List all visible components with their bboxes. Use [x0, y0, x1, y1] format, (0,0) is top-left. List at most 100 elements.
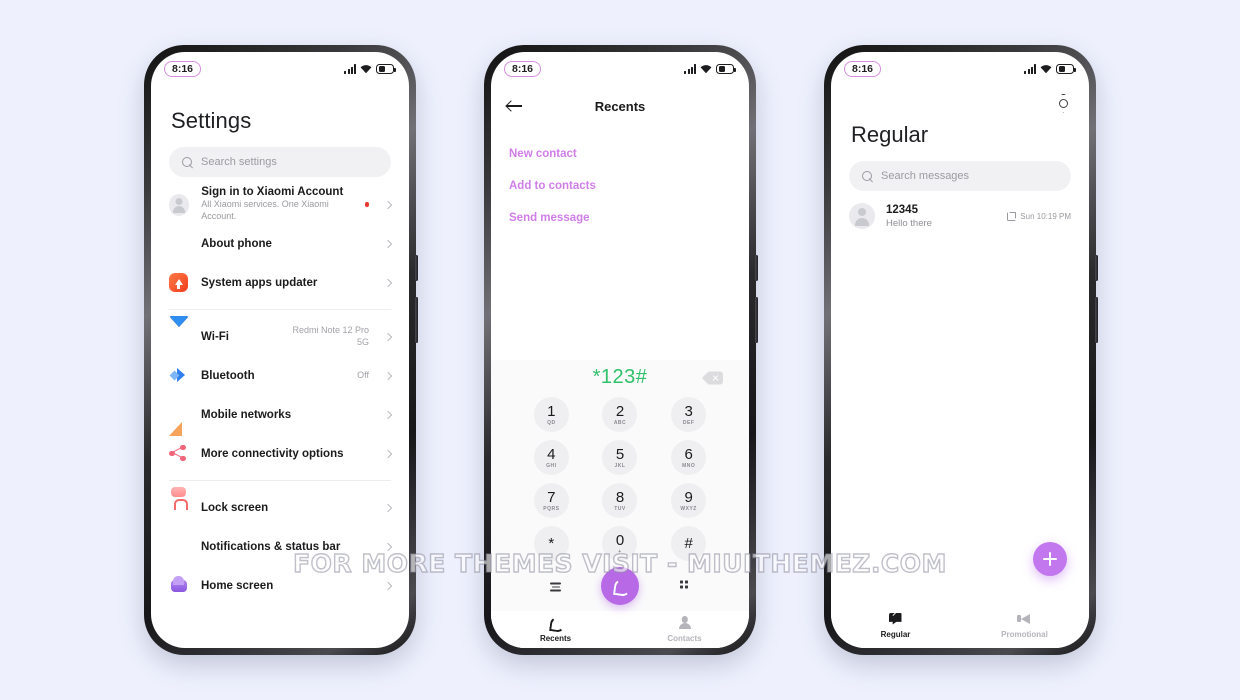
- conversation-preview: Hello there: [886, 217, 932, 229]
- settings-row-about-phone[interactable]: About phone: [169, 224, 393, 263]
- dialpad-key-9[interactable]: 9 WXYZ: [671, 483, 707, 519]
- notifications-icon: [169, 537, 189, 557]
- settings-row-label: Lock screen: [201, 501, 269, 514]
- status-icons: [1024, 64, 1076, 74]
- search-settings-input[interactable]: Search settings: [169, 147, 391, 177]
- search-icon: [182, 156, 193, 168]
- status-icons: [344, 64, 396, 74]
- messages-topbar: [831, 86, 1089, 118]
- dialed-number: *123#: [592, 366, 648, 389]
- chevron-right-icon: [383, 503, 393, 512]
- link-send-message[interactable]: Send message: [509, 202, 731, 234]
- wifi-icon: [700, 65, 712, 74]
- avatar: [849, 203, 875, 229]
- status-icons: [684, 64, 736, 74]
- conversation-name: 12345: [886, 203, 918, 216]
- chevron-right-icon: [383, 410, 393, 419]
- power-button[interactable]: [415, 297, 418, 343]
- tab-label: Recents: [539, 634, 572, 644]
- search-placeholder: Search settings: [201, 156, 277, 168]
- sign-in-account-row[interactable]: Sign in to Xiaomi Account All Xiaomi ser…: [169, 185, 393, 224]
- dialpad-key-6[interactable]: 6 MNO: [671, 440, 707, 476]
- dialpad-key-4[interactable]: 4 GHI: [533, 440, 569, 476]
- dialpad-key-hash[interactable]: #: [671, 526, 707, 562]
- dialpad-key-8[interactable]: 8 TUV: [602, 483, 638, 519]
- settings-row-mobile-networks[interactable]: Mobile networks: [169, 395, 393, 436]
- keypad-toggle-icon[interactable]: [680, 580, 693, 592]
- chevron-right-icon: [383, 332, 393, 341]
- account-subtitle: All Xiaomi services. One Xiaomi Account.: [201, 199, 329, 221]
- call-button[interactable]: [601, 567, 639, 606]
- page-title: Regular: [851, 122, 929, 147]
- backspace-icon[interactable]: [702, 371, 723, 385]
- settings-group-2: Wi-Fi Redmi Note 12 Pro 5G Bluetooth Off…: [151, 315, 409, 473]
- status-bar: 8:16: [491, 52, 749, 86]
- settings-row-home-screen[interactable]: Home screen: [169, 566, 393, 605]
- dialer-action-links: New contact Add to contacts Send message: [491, 126, 749, 234]
- dialed-number-display: *123#: [491, 360, 749, 395]
- tab-recents[interactable]: Recents: [491, 616, 620, 643]
- dialpad-key-5[interactable]: 5 JKL: [602, 440, 638, 476]
- call-handset-icon: [612, 578, 629, 595]
- dialpad-key-0[interactable]: 0 +: [602, 526, 638, 562]
- power-button[interactable]: [1095, 297, 1098, 343]
- bluetooth-icon: [169, 366, 189, 386]
- settings-row-wifi[interactable]: Wi-Fi Redmi Note 12 Pro 5G: [169, 315, 393, 356]
- phone-device-dialer: 8:16 Recents New contact Add to contacts…: [484, 45, 758, 655]
- status-bar: 8:16: [151, 52, 409, 86]
- chevron-right-icon: [383, 581, 393, 590]
- battery-icon: [716, 64, 736, 74]
- account-section: Sign in to Xiaomi Account All Xiaomi ser…: [151, 185, 409, 224]
- settings-row-label: Home screen: [201, 579, 274, 592]
- divider: [169, 309, 391, 310]
- phone-icon: [549, 616, 563, 630]
- status-clock: 8:16: [164, 61, 202, 77]
- settings-row-label: Wi-Fi: [201, 330, 229, 343]
- battery-icon: [1056, 64, 1076, 74]
- about-phone-icon: [169, 234, 189, 254]
- gear-icon[interactable]: [1054, 94, 1071, 111]
- search-placeholder: Search messages: [881, 170, 970, 182]
- tab-regular[interactable]: Regular: [831, 612, 960, 639]
- settings-row-lock-screen[interactable]: Lock screen: [169, 488, 393, 527]
- settings-row-notifications[interactable]: Notifications & status bar: [169, 527, 393, 566]
- settings-row-label: More connectivity options: [201, 447, 344, 460]
- megaphone-icon: [1017, 612, 1032, 626]
- dialpad-key-3[interactable]: 3 DEF: [671, 397, 707, 433]
- conversation-list-item[interactable]: 12345 Hello there Sun 10:19 PM: [831, 191, 1089, 229]
- settings-row-more-connectivity[interactable]: More connectivity options: [169, 434, 393, 473]
- new-message-fab[interactable]: [1033, 542, 1067, 576]
- volume-button[interactable]: [755, 255, 758, 281]
- settings-row-label: Mobile networks: [201, 408, 292, 421]
- more-options-icon[interactable]: [549, 581, 562, 592]
- dialer-navbar: Recents: [491, 86, 749, 126]
- signal-bars-icon: [344, 64, 356, 74]
- settings-row-label: System apps updater: [201, 276, 318, 289]
- dialpad-key-star[interactable]: *: [533, 526, 569, 562]
- tab-promotional[interactable]: Promotional: [960, 612, 1089, 639]
- back-arrow-icon[interactable]: [507, 100, 523, 112]
- search-messages-input[interactable]: Search messages: [849, 161, 1071, 191]
- tab-label: Promotional: [1001, 629, 1048, 639]
- conversation-time: Sun 10:19 PM: [1020, 211, 1071, 221]
- system-updater-icon: [169, 272, 189, 293]
- settings-screen: 8:16 Settings Search settings Sign in to…: [151, 52, 409, 648]
- lock-icon: [169, 498, 189, 518]
- messages-screen: 8:16 Regular Search messages 12345 Hello…: [831, 52, 1089, 648]
- dialer-bottom-nav: Recents Contacts: [491, 611, 749, 648]
- settings-row-system-apps-updater[interactable]: System apps updater: [169, 263, 393, 302]
- link-new-contact[interactable]: New contact: [509, 138, 731, 170]
- link-add-to-contacts[interactable]: Add to contacts: [509, 170, 731, 202]
- account-title: Sign in to Xiaomi Account: [201, 186, 344, 199]
- volume-button[interactable]: [415, 255, 418, 281]
- volume-button[interactable]: [1095, 255, 1098, 281]
- signal-bars-icon: [1024, 64, 1036, 74]
- settings-row-bluetooth[interactable]: Bluetooth Off: [169, 356, 393, 395]
- wifi-icon: [360, 65, 372, 74]
- dialpad-key-1[interactable]: 1 QD: [533, 397, 569, 433]
- mobile-networks-icon: [169, 404, 189, 436]
- power-button[interactable]: [755, 297, 758, 343]
- tab-contacts[interactable]: Contacts: [620, 616, 749, 643]
- dialpad-key-2[interactable]: 2 ABC: [602, 397, 638, 433]
- dialpad-key-7[interactable]: 7 PQRS: [533, 483, 569, 519]
